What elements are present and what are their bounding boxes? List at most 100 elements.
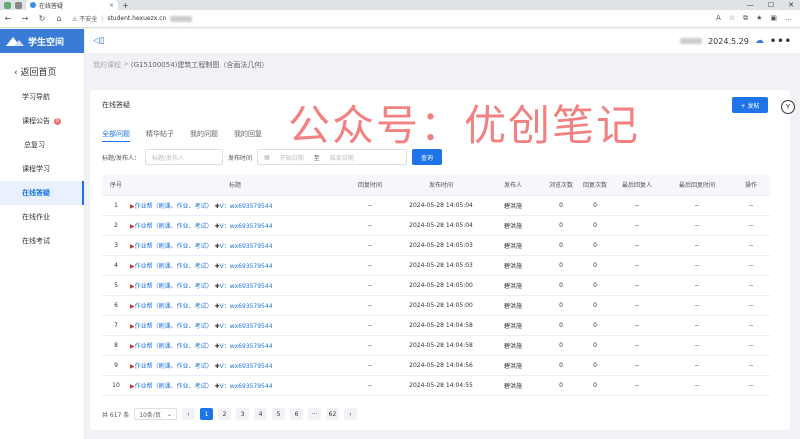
cell-title[interactable]: ▶作业帮（刷课、作业、考试） ✚V：wx693579544 xyxy=(130,235,340,256)
publish-post-button[interactable]: + 发帖 xyxy=(732,97,768,113)
url-field[interactable]: ⚠ 不安全 | student.hexuezx.cn xyxy=(72,14,632,23)
page-button[interactable]: 1 xyxy=(199,408,213,420)
page-button[interactable]: 62 xyxy=(325,408,339,420)
browser-more-icon[interactable]: … xyxy=(785,14,792,23)
page-button[interactable]: 6 xyxy=(289,408,303,420)
collections-icon[interactable]: ▣ xyxy=(770,14,777,23)
cell-replies: 0 xyxy=(578,315,612,336)
cell-title[interactable]: ▶作业帮（刷课、作业、考试） ✚V：wx693579544 xyxy=(130,215,340,236)
back-home-link[interactable]: ‹ 返回首页 xyxy=(0,53,84,85)
poster-input[interactable]: 标题/发布人 xyxy=(145,149,224,165)
post-title[interactable]: 作业帮（刷课、作业、考试） xyxy=(135,343,213,350)
table-row[interactable]: 1 ▶作业帮（刷课、作业、考试） ✚V：wx693579544 -- 2024-05-… xyxy=(102,195,770,216)
table-row[interactable]: 2 ▶作业帮（刷课、作业、考试） ✚V：wx693579544 -- 2024-05-… xyxy=(102,215,770,236)
cell-title[interactable]: ▶作业帮（刷课、作业、考试） ✚V：wx693579544 xyxy=(130,355,340,376)
table-row[interactable]: 6 ▶作业帮（刷课、作业、考试） ✚V：wx693579544 -- 2024-05-… xyxy=(102,295,770,316)
page-button[interactable]: 5 xyxy=(271,408,285,420)
cell-title[interactable]: ▶作业帮（刷课、作业、考试） ✚V：wx693579544 xyxy=(130,295,340,316)
back-icon[interactable]: ← xyxy=(4,14,12,23)
tab-actions-icon[interactable] xyxy=(15,1,22,9)
forward-icon[interactable]: → xyxy=(21,14,29,23)
post-title[interactable]: 作业帮（刷课、作业、考试） xyxy=(135,263,213,270)
next-page-button[interactable]: › xyxy=(343,408,357,420)
sidebar-item-review[interactable]: 总复习 xyxy=(0,133,84,157)
maximize-icon[interactable]: ☐ xyxy=(768,1,774,9)
table-row[interactable]: 8 ▶作业帮（刷课、作业、考试） ✚V：wx693579544 -- 2024-05-… xyxy=(102,335,770,356)
sidebar-item-study-nav[interactable]: 学习导航 xyxy=(0,85,84,109)
cell-action: -- xyxy=(732,355,770,376)
cell-last-time: -- xyxy=(662,235,732,256)
cell-action: -- xyxy=(732,295,770,316)
sidebar-item-course-study[interactable]: 课程学习 xyxy=(0,157,84,181)
table-row[interactable]: 4 ▶作业帮（刷课、作业、考试） ✚V：wx693579544 -- 2024-05-… xyxy=(102,255,770,276)
sidebar-item-online-exam[interactable]: 在线考试 xyxy=(0,229,84,253)
favorites-icon[interactable]: ★ xyxy=(756,14,762,23)
page-button[interactable]: 4 xyxy=(253,408,267,420)
table-row[interactable]: 5 ▶作业帮（刷课、作业、考试） ✚V：wx693579544 -- 2024-05-… xyxy=(102,275,770,296)
tab-all-questions[interactable]: 全部问题 xyxy=(102,129,130,142)
address-bar-row: ← → ↻ ⌂ ⚠ 不安全 | student.hexuezx.cn A ☆ ⧉… xyxy=(0,10,800,28)
side-assistant-icon[interactable]: Y xyxy=(781,100,795,114)
cloud-download-icon[interactable]: ☁ xyxy=(755,36,764,46)
prev-page-button[interactable]: ‹ xyxy=(181,408,195,420)
cell-publish-time: 2024-05-28 14:05:04 xyxy=(400,215,482,236)
back-home-label: 返回首页 xyxy=(20,68,57,78)
collapse-sidebar-icon[interactable]: ◁▯ xyxy=(93,36,105,46)
cell-title[interactable]: ▶作业帮（刷课、作业、考试） ✚V：wx693579544 xyxy=(130,275,340,296)
new-tab-button[interactable]: + xyxy=(122,1,129,10)
post-title[interactable]: 作业帮（刷课、作业、考试） xyxy=(135,243,213,250)
post-title[interactable]: 作业帮（刷课、作业、考试） xyxy=(135,383,213,390)
post-title[interactable]: 作业帮（刷课、作业、考试） xyxy=(135,283,213,290)
browser-tab-strip: 在线答疑 × + — ☐ ✕ xyxy=(0,0,800,10)
profile-icon[interactable] xyxy=(4,1,11,9)
cell-title[interactable]: ▶作业帮（刷课、作业、考试） ✚V：wx693579544 xyxy=(130,335,340,356)
cell-publish-time: 2024-05-28 14:04:56 xyxy=(400,355,482,376)
cell-publish-time: 2024-05-28 14:05:00 xyxy=(400,275,482,296)
sidebar-item-announcements[interactable]: 课程公告 0 xyxy=(0,109,84,133)
tab-my-replies[interactable]: 我的回复 xyxy=(234,129,262,142)
sidebar-item-online-qa[interactable]: 在线答疑 xyxy=(0,181,84,205)
sidebar-item-label: 总复习 xyxy=(24,141,45,149)
post-contact: V：wx693579544 xyxy=(219,222,273,230)
table-row[interactable]: 9 ▶作业帮（刷课、作业、考试） ✚V：wx693579544 -- 2024-05-… xyxy=(102,355,770,376)
cell-action: -- xyxy=(732,195,770,216)
read-aloud-icon[interactable]: A xyxy=(716,14,721,23)
reload-icon[interactable]: ↻ xyxy=(38,14,46,23)
cell-replies: 0 xyxy=(578,295,612,316)
table-row[interactable]: 10 ▶作业帮（刷课、作业、考试） ✚V：wx693579544 -- 2024-05… xyxy=(102,375,770,396)
cell-no: 5 xyxy=(102,275,130,296)
cell-title[interactable]: ▶作业帮（刷课、作业、考试） ✚V：wx693579544 xyxy=(130,195,340,216)
cell-title[interactable]: ▶作业帮（刷课、作业、考试） ✚V：wx693579544 xyxy=(130,315,340,336)
sidebar-item-online-homework[interactable]: 在线作业 xyxy=(0,205,84,229)
page-size-select[interactable]: 10条/页 ⌄ xyxy=(134,408,177,420)
page-button[interactable]: ··· xyxy=(307,408,321,420)
post-title[interactable]: 作业帮（刷课、作业、考试） xyxy=(135,363,213,370)
post-title[interactable]: 作业帮（刷课、作业、考试） xyxy=(135,303,213,310)
cell-action: -- xyxy=(732,255,770,276)
page-button[interactable]: 2 xyxy=(217,408,231,420)
security-warning[interactable]: ⚠ 不安全 xyxy=(72,14,97,23)
home-icon[interactable]: ⌂ xyxy=(55,14,63,23)
cell-poster: 碧洪施 xyxy=(482,295,544,316)
tab-my-questions[interactable]: 我的问题 xyxy=(190,129,218,142)
header-date: 2024.5.29 xyxy=(708,36,749,46)
page-button[interactable]: 3 xyxy=(235,408,249,420)
breadcrumb-my-courses[interactable]: 我的课程 xyxy=(93,60,121,70)
table-row[interactable]: 3 ▶作业帮（刷课、作业、考试） ✚V：wx693579544 -- 2024-05-… xyxy=(102,235,770,256)
more-menu-icon[interactable]: ••• xyxy=(770,36,792,47)
post-title[interactable]: 作业帮（刷课、作业、考试） xyxy=(135,323,213,330)
close-window-icon[interactable]: ✕ xyxy=(788,1,794,9)
announcement-badge: 0 xyxy=(54,117,61,125)
extensions-icon[interactable]: ⧉ xyxy=(743,14,748,23)
table-row[interactable]: 7 ▶作业帮（刷课、作业、考试） ✚V：wx693579544 -- 2024-05-… xyxy=(102,315,770,336)
post-title[interactable]: 作业帮（刷课、作业、考试） xyxy=(135,223,213,230)
cell-title[interactable]: ▶作业帮（刷课、作业、考试） ✚V：wx693579544 xyxy=(130,375,340,396)
tab-featured-posts[interactable]: 精华帖子 xyxy=(146,129,174,142)
post-title[interactable]: 作业帮（刷课、作业、考试） xyxy=(135,203,213,210)
favorite-star-icon[interactable]: ☆ xyxy=(729,14,735,23)
minimize-icon[interactable]: — xyxy=(747,1,754,9)
cell-reply-time: -- xyxy=(340,355,400,376)
tab-close-icon[interactable]: × xyxy=(109,2,114,9)
browser-tab[interactable]: 在线答疑 × xyxy=(26,0,118,10)
cell-title[interactable]: ▶作业帮（刷课、作业、考试） ✚V：wx693579544 xyxy=(130,255,340,276)
